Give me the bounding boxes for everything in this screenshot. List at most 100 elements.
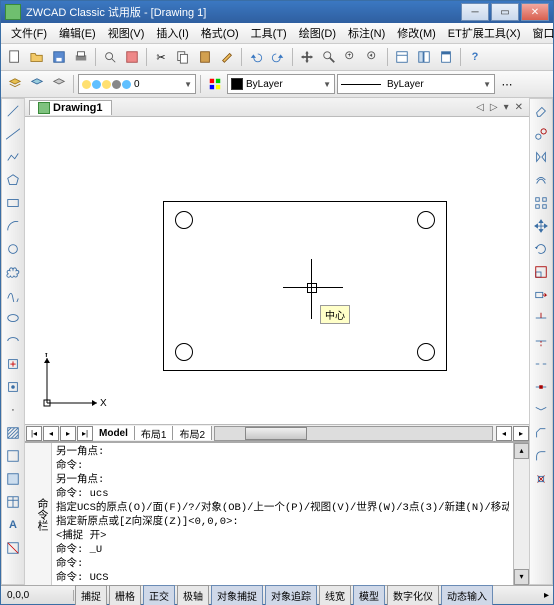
mirror-icon[interactable]: [531, 147, 551, 167]
layer-manager-icon[interactable]: [5, 74, 25, 94]
properties-icon[interactable]: [392, 47, 412, 67]
tab-last-icon[interactable]: ▸|: [77, 426, 93, 441]
menu-et[interactable]: ET扩展工具(X): [442, 23, 527, 43]
status-极轴[interactable]: 极轴: [177, 585, 209, 605]
gradient-icon[interactable]: [3, 446, 23, 466]
title-bar[interactable]: ZWCAD Classic 试用版 - [Drawing 1] ─ ▭ ✕: [1, 1, 553, 23]
status-数字化仪[interactable]: 数字化仪: [387, 585, 439, 605]
point-icon[interactable]: ·: [3, 400, 23, 420]
menu-modify[interactable]: 修改(M): [391, 23, 442, 43]
linetype-combo[interactable]: ByLayer ▼: [337, 74, 495, 94]
new-icon[interactable]: [5, 47, 25, 67]
ellipse-arc-icon[interactable]: [3, 331, 23, 351]
status-动态输入[interactable]: 动态输入: [441, 585, 493, 605]
tab-model[interactable]: Model: [93, 426, 135, 440]
ellipse-icon[interactable]: [3, 308, 23, 328]
menu-draw[interactable]: 绘图(D): [293, 23, 342, 43]
paste-icon[interactable]: [195, 47, 215, 67]
arc-icon[interactable]: [3, 216, 23, 236]
make-block-icon[interactable]: [3, 377, 23, 397]
doc-tab-drawing1[interactable]: Drawing1: [29, 100, 112, 115]
rectangle-icon[interactable]: [3, 193, 23, 213]
scroll-right-icon[interactable]: ▸: [513, 426, 529, 441]
menu-file[interactable]: 文件(F): [5, 23, 53, 43]
layer-prev-icon[interactable]: [49, 74, 69, 94]
mtext-icon[interactable]: A: [3, 515, 23, 535]
zoom-realtime-icon[interactable]: [319, 47, 339, 67]
help-icon[interactable]: ?: [465, 47, 485, 67]
polygon-icon[interactable]: [3, 170, 23, 190]
drawing-canvas[interactable]: 中心 XY: [25, 117, 529, 424]
minimize-button[interactable]: ─: [461, 3, 489, 21]
tab-first-icon[interactable]: |◂: [26, 426, 42, 441]
menu-window[interactable]: 窗口(W): [527, 23, 554, 43]
open-icon[interactable]: [27, 47, 47, 67]
table-icon[interactable]: [3, 492, 23, 512]
menu-tools[interactable]: 工具(T): [245, 23, 293, 43]
status-对象捕捉[interactable]: 对象捕捉: [211, 585, 263, 605]
redo-icon[interactable]: [268, 47, 288, 67]
erase-icon[interactable]: [531, 101, 551, 121]
menu-dim[interactable]: 标注(N): [342, 23, 391, 43]
status-栅格[interactable]: 栅格: [109, 585, 141, 605]
line-icon[interactable]: [3, 101, 23, 121]
break-icon[interactable]: [531, 354, 551, 374]
horizontal-scrollbar[interactable]: [214, 426, 493, 441]
pan-icon[interactable]: [297, 47, 317, 67]
offset-icon[interactable]: [531, 170, 551, 190]
tab-prev-icon[interactable]: ◁: [474, 102, 486, 113]
publish-icon[interactable]: [122, 47, 142, 67]
extend-icon[interactable]: [531, 331, 551, 351]
spline-icon[interactable]: [3, 285, 23, 305]
tab-close-icon[interactable]: ✕: [513, 102, 525, 113]
move-icon[interactable]: [531, 216, 551, 236]
layer-states-icon[interactable]: [27, 74, 47, 94]
scroll-left-icon[interactable]: ◂: [496, 426, 512, 441]
scroll-thumb[interactable]: [245, 427, 307, 440]
menu-insert[interactable]: 插入(I): [150, 23, 194, 43]
scale-icon[interactable]: [531, 262, 551, 282]
menu-view[interactable]: 视图(V): [102, 23, 151, 43]
explode-icon[interactable]: [531, 469, 551, 489]
tool-palette-icon[interactable]: [436, 47, 456, 67]
fillet-icon[interactable]: [531, 446, 551, 466]
zoom-prev-icon[interactable]: [363, 47, 383, 67]
chamfer-icon[interactable]: [531, 423, 551, 443]
maximize-button[interactable]: ▭: [491, 3, 519, 21]
command-scrollbar[interactable]: ▴ ▾: [513, 443, 529, 585]
command-history[interactable]: 另一角点: 命令: 另一角点: 命令: ucs 指定UCS的原点(O)/面(F)…: [52, 443, 513, 585]
region-icon[interactable]: [3, 469, 23, 489]
circle-icon[interactable]: [3, 239, 23, 259]
color-combo[interactable]: ByLayer ▼: [227, 74, 335, 94]
cut-icon[interactable]: ✂: [151, 47, 171, 67]
xline-icon[interactable]: [3, 124, 23, 144]
coordinate-display[interactable]: 0,0,0: [1, 590, 74, 601]
status-模型[interactable]: 模型: [353, 585, 385, 605]
break-point-icon[interactable]: [531, 377, 551, 397]
trim-icon[interactable]: [531, 308, 551, 328]
status-chevron-icon[interactable]: ▸: [540, 590, 553, 601]
scroll-down-icon[interactable]: ▾: [514, 569, 529, 585]
color-control-icon[interactable]: [205, 74, 225, 94]
tab-layout2[interactable]: 布局2: [173, 426, 212, 440]
menu-edit[interactable]: 编辑(E): [53, 23, 102, 43]
rotate-icon[interactable]: [531, 239, 551, 259]
copy-object-icon[interactable]: [531, 124, 551, 144]
matchprop-icon[interactable]: [217, 47, 237, 67]
status-线宽[interactable]: 线宽: [319, 585, 351, 605]
tab-next-icon[interactable]: ▷: [488, 102, 500, 113]
zoom-window-icon[interactable]: +: [341, 47, 361, 67]
insert-block-icon[interactable]: [3, 354, 23, 374]
tab-layout1[interactable]: 布局1: [135, 426, 174, 440]
tab-next2-icon[interactable]: ▸: [60, 426, 76, 441]
copy-icon[interactable]: [173, 47, 193, 67]
tab-dropdown-icon[interactable]: ▾: [502, 102, 511, 113]
save-icon[interactable]: [49, 47, 69, 67]
status-捕捉[interactable]: 捕捉: [75, 585, 107, 605]
status-正交[interactable]: 正交: [143, 585, 175, 605]
close-button[interactable]: ✕: [521, 3, 549, 21]
polyline-icon[interactable]: [3, 147, 23, 167]
print-icon[interactable]: [71, 47, 91, 67]
array-icon[interactable]: [531, 193, 551, 213]
revcloud-icon[interactable]: [3, 262, 23, 282]
